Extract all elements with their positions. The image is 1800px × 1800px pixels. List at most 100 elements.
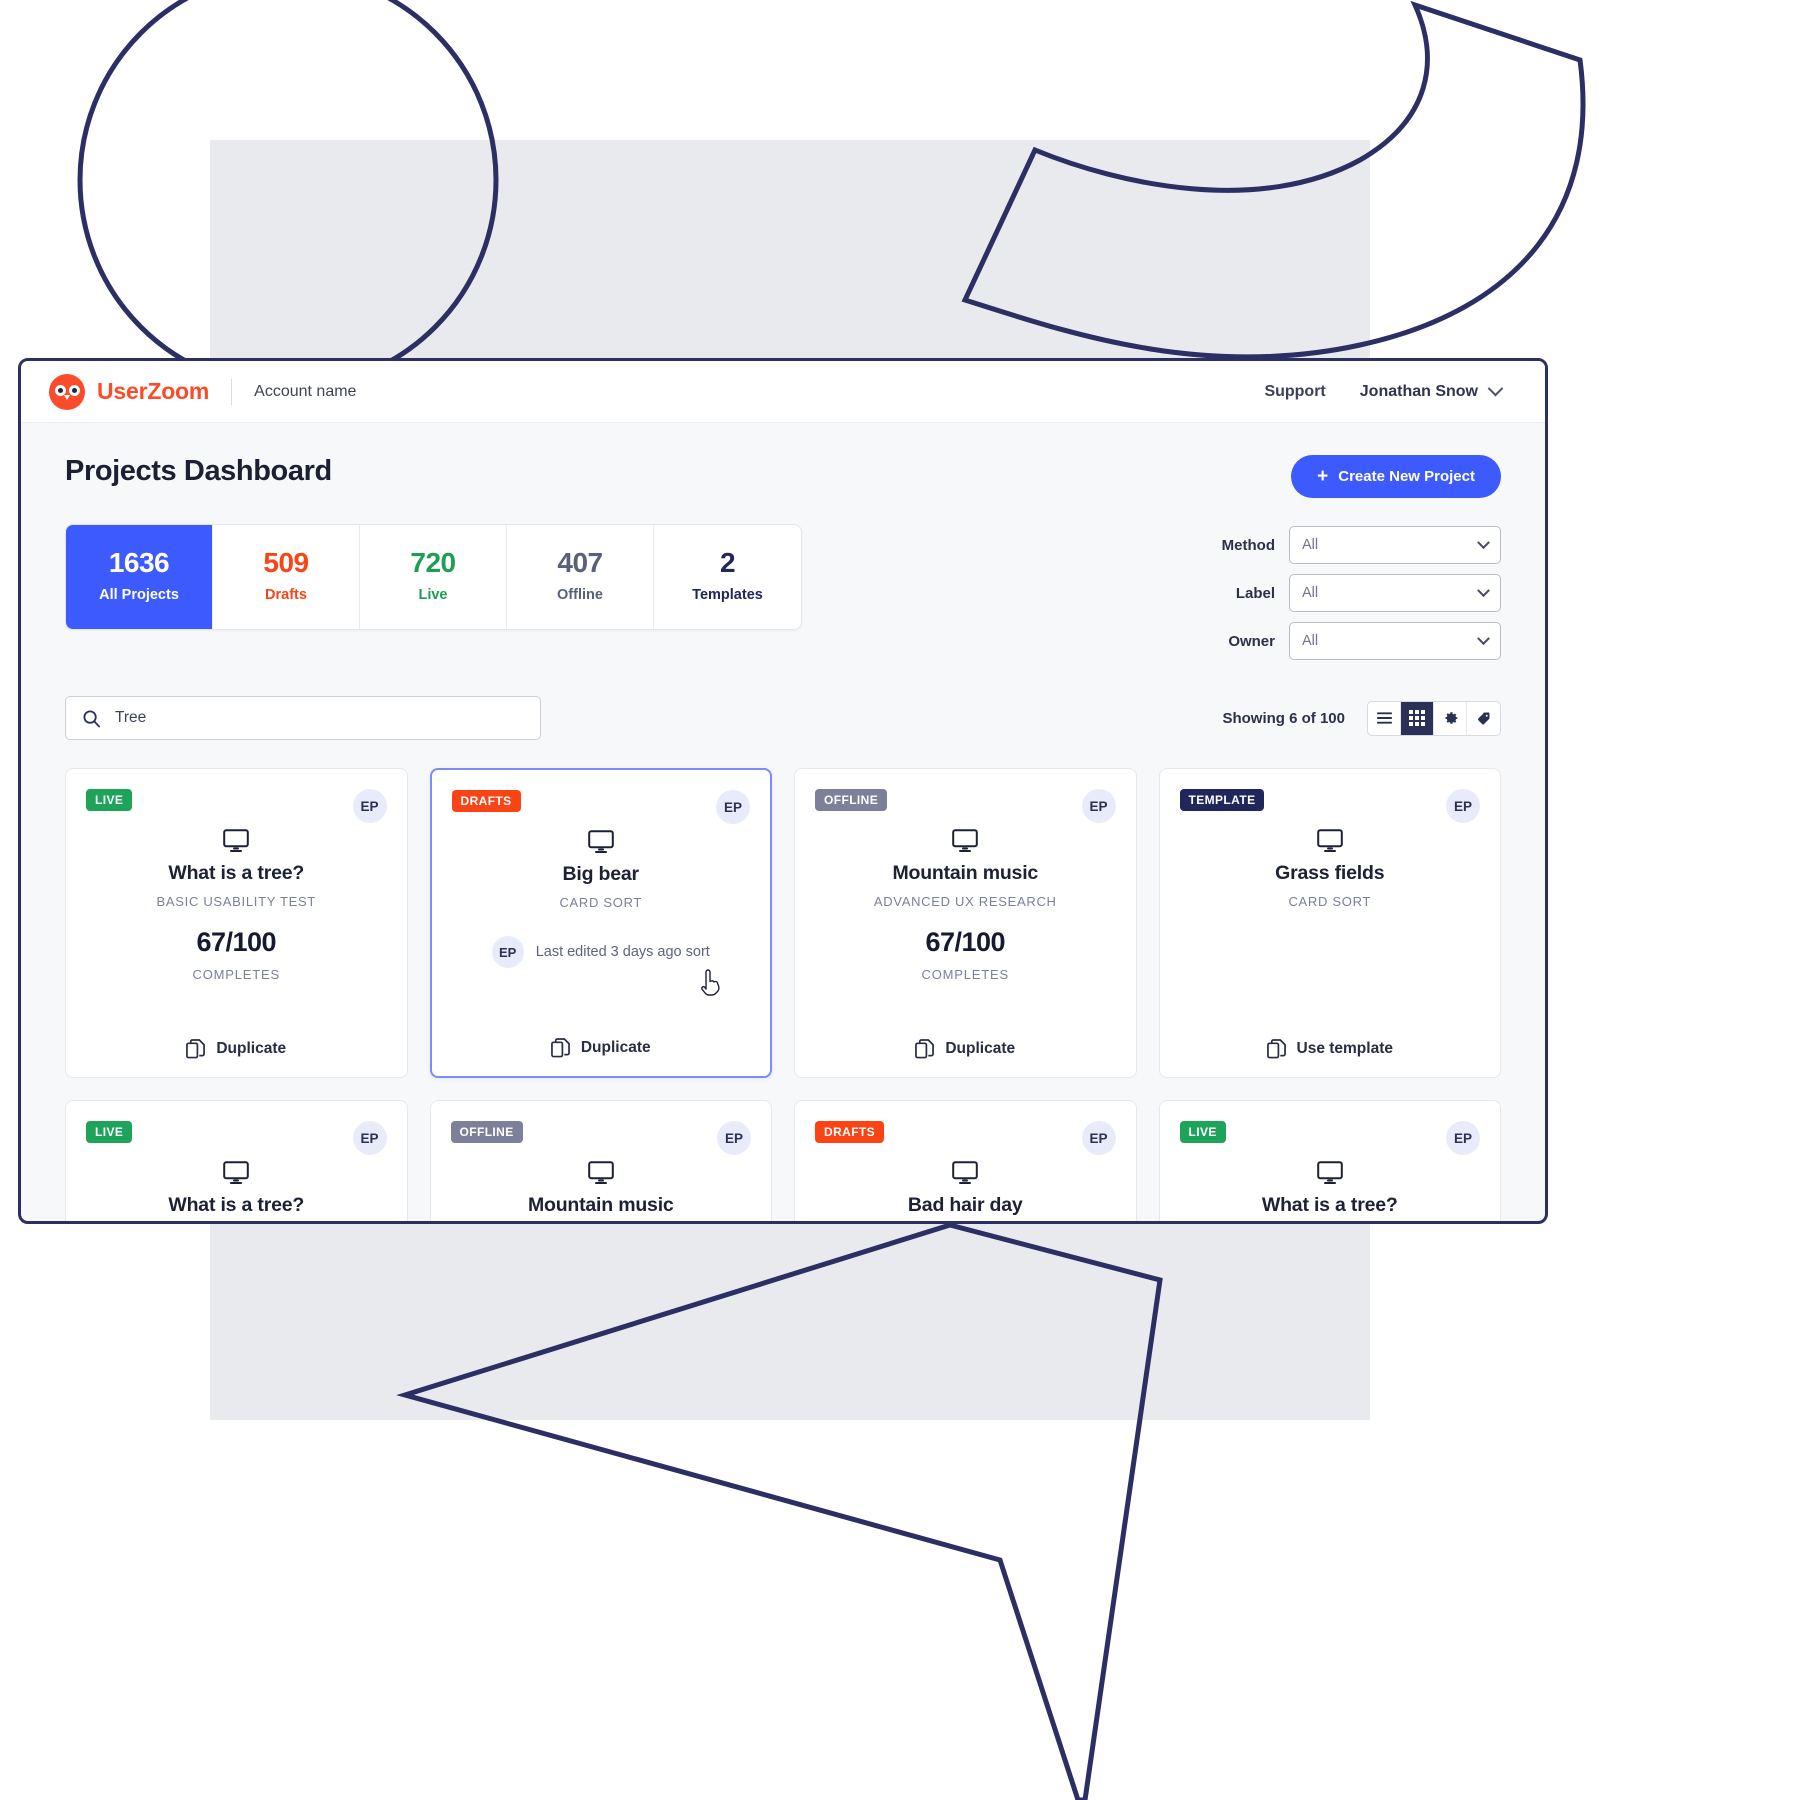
- project-method: CARD SORT: [1288, 894, 1372, 909]
- project-card[interactable]: LIVE EP What is a tree?: [65, 1100, 408, 1221]
- project-card[interactable]: OFFLINE EP Mountain music ADVANCED UX RE…: [794, 768, 1137, 1078]
- stat-tab-all-projects[interactable]: 1636 All Projects: [66, 525, 213, 630]
- brand-name: UserZoom: [97, 378, 210, 404]
- label-filter-value: All: [1302, 585, 1319, 601]
- project-title: Grass fields: [1275, 862, 1385, 884]
- project-method: ADVANCED UX RESEARCH: [873, 894, 1057, 909]
- status-badge: LIVE: [86, 789, 133, 811]
- userzoom-owl-icon: [49, 373, 85, 410]
- project-score-label: COMPLETES: [921, 967, 1009, 982]
- use-template-button[interactable]: Use template: [1180, 1039, 1481, 1059]
- search-icon: [83, 709, 101, 727]
- gear-icon: [1445, 711, 1457, 724]
- project-card[interactable]: LIVE EP What is a tree? BASIC USABILITY …: [65, 768, 408, 1078]
- tag-icon: [1477, 712, 1490, 724]
- chevron-down-icon: [1487, 380, 1504, 397]
- user-name: Jonathan Snow: [1359, 382, 1478, 400]
- method-filter-select[interactable]: All: [1289, 526, 1501, 564]
- create-button-label: Create New Project: [1338, 468, 1475, 485]
- avatar: EP: [352, 789, 387, 823]
- project-title: What is a tree?: [168, 862, 305, 884]
- status-badge: TEMPLATE: [1179, 789, 1265, 811]
- project-card[interactable]: LIVE EP What is a tree?: [1158, 1100, 1501, 1221]
- stat-value: 720: [410, 547, 456, 578]
- filter-label-method: Method: [1221, 536, 1275, 554]
- stat-tab-offline[interactable]: 407 Offline: [507, 525, 654, 630]
- stat-tab-drafts[interactable]: 509 Drafts: [213, 525, 360, 630]
- project-status-tabs: 1636 All Projects 509 Drafts 720 Live 40…: [65, 524, 802, 631]
- project-card[interactable]: TEMPLATE EP Grass fields CARD SORT Use t…: [1158, 768, 1501, 1078]
- monitor-icon: [86, 1161, 387, 1185]
- monitor-icon: [452, 830, 751, 854]
- settings-view-button[interactable]: [1434, 701, 1467, 735]
- filter-panel: Method All Label All Owner All: [1222, 524, 1501, 660]
- app-window: UserZoom Account name Support Jonathan S…: [18, 358, 1548, 1224]
- owner-filter-select[interactable]: All: [1289, 622, 1501, 660]
- stat-label: Offline: [557, 587, 603, 604]
- mouse-cursor-pointer: [701, 969, 720, 996]
- showing-count: Showing 6 of 100: [1222, 709, 1345, 727]
- duplicate-label: Duplicate: [216, 1040, 287, 1057]
- avatar: EP: [352, 1121, 387, 1155]
- method-filter-value: All: [1302, 537, 1319, 553]
- avatar: EP: [716, 790, 750, 824]
- duplicate-label: Duplicate: [580, 1039, 651, 1056]
- dashboard-page: Projects Dashboard + Create New Project …: [21, 423, 1545, 1221]
- user-menu[interactable]: Jonathan Snow: [1359, 380, 1504, 401]
- monitor-icon: [86, 829, 387, 853]
- view-toggle-group: [1367, 700, 1501, 736]
- grid-view-button[interactable]: [1401, 701, 1434, 735]
- avatar: EP: [491, 936, 524, 968]
- project-title: Bad hair day: [907, 1194, 1023, 1216]
- stat-value: 1636: [108, 547, 170, 578]
- status-badge: DRAFTS: [451, 790, 521, 812]
- monitor-icon: [815, 1161, 1116, 1185]
- project-title: Mountain music: [892, 862, 1039, 884]
- duplicate-icon: [915, 1039, 935, 1059]
- stat-tab-templates[interactable]: 2 Templates: [654, 525, 801, 629]
- list-view-icon: [1376, 712, 1392, 724]
- project-card[interactable]: DRAFTS EP Big bear CARD SORT EP Last edi…: [429, 768, 772, 1078]
- support-link[interactable]: Support: [1264, 383, 1325, 401]
- project-method: CARD SORT: [559, 895, 643, 910]
- duplicate-button[interactable]: Duplicate: [86, 1039, 387, 1059]
- tags-view-button[interactable]: [1467, 702, 1500, 735]
- duplicate-label: Duplicate: [945, 1040, 1016, 1057]
- use-template-label: Use template: [1296, 1040, 1393, 1057]
- owner-filter-value: All: [1302, 633, 1319, 649]
- stat-label: Drafts: [265, 587, 307, 604]
- divider: [231, 378, 233, 405]
- search-input[interactable]: Tree: [65, 696, 541, 740]
- duplicate-icon: [186, 1039, 206, 1059]
- duplicate-button[interactable]: Duplicate: [452, 1038, 751, 1058]
- page-title: Projects Dashboard: [65, 455, 332, 487]
- chevron-down-icon: [1477, 583, 1490, 597]
- stat-value: 509: [263, 547, 309, 578]
- avatar: EP: [1446, 1121, 1480, 1155]
- top-navigation-bar: UserZoom Account name Support Jonathan S…: [21, 361, 1545, 423]
- duplicate-button[interactable]: Duplicate: [815, 1039, 1116, 1059]
- project-card[interactable]: OFFLINE EP Mountain music: [429, 1100, 772, 1221]
- project-card[interactable]: DRAFTS EP Bad hair day: [794, 1100, 1137, 1221]
- brand-logo[interactable]: UserZoom: [49, 373, 210, 410]
- search-value: Tree: [115, 709, 147, 726]
- avatar: EP: [1081, 1121, 1116, 1155]
- project-score: 67/100: [196, 927, 277, 957]
- status-badge: OFFLINE: [815, 789, 888, 811]
- list-view-button[interactable]: [1368, 701, 1401, 735]
- plus-icon: +: [1317, 466, 1329, 487]
- create-new-project-button[interactable]: + Create New Project: [1291, 455, 1501, 498]
- label-filter-select[interactable]: All: [1289, 574, 1501, 612]
- stat-tab-live[interactable]: 720 Live: [360, 525, 507, 630]
- avatar: EP: [1081, 789, 1116, 823]
- account-name: Account name: [254, 382, 357, 400]
- duplicate-icon: [1266, 1039, 1286, 1059]
- project-score-label: COMPLETES: [192, 967, 280, 982]
- filter-label-label: Label: [1235, 584, 1275, 602]
- stat-value: 407: [557, 547, 603, 578]
- project-method: BASIC USABILITY TEST: [156, 894, 316, 909]
- status-badge: DRAFTS: [815, 1121, 885, 1143]
- monitor-icon: [1180, 829, 1481, 853]
- last-edited-text: Last edited 3 days ago sort: [535, 944, 710, 960]
- status-badge: OFFLINE: [450, 1121, 523, 1143]
